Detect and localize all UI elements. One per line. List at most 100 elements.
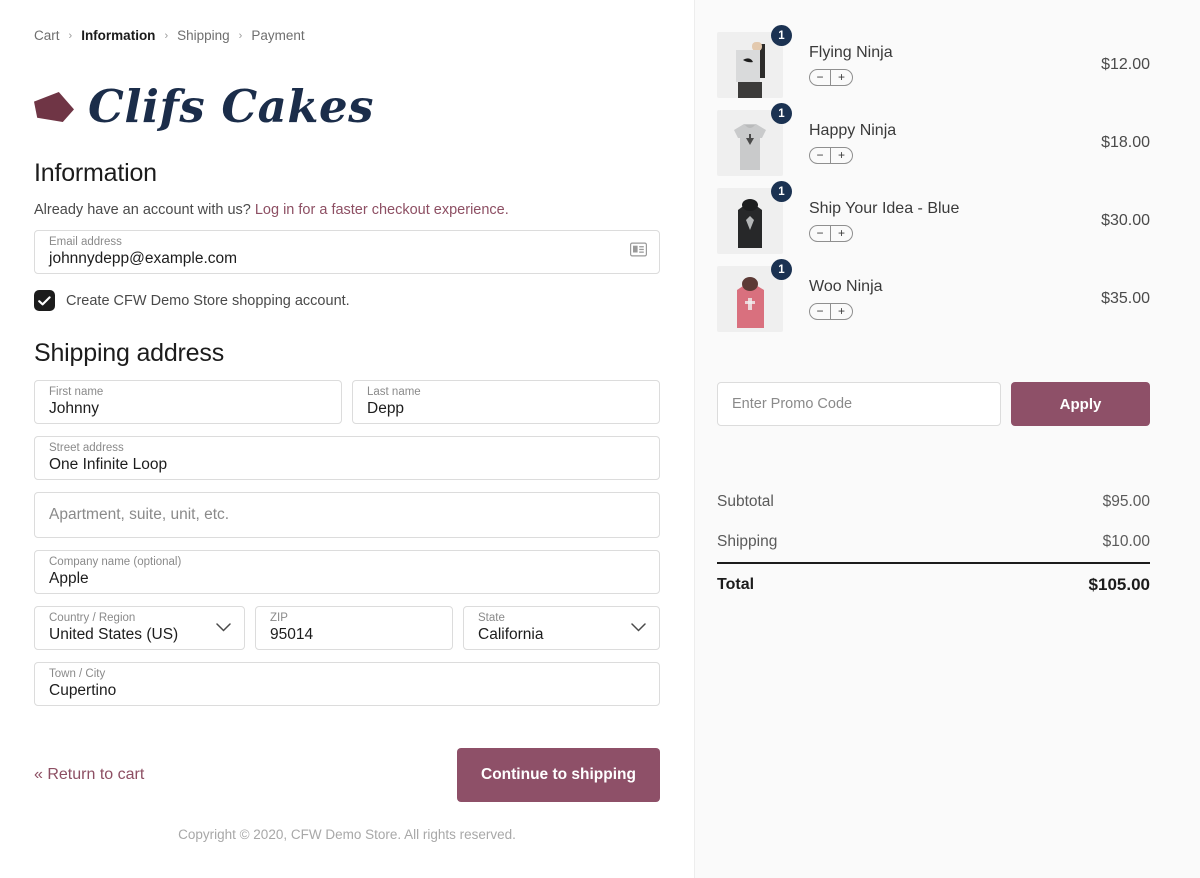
city-field[interactable]: Town / City Cupertino <box>34 662 660 706</box>
product-thumbnail[interactable]: 1 <box>717 181 792 254</box>
cart-item-price: $30.00 <box>1101 212 1150 229</box>
create-account-row[interactable]: Create CFW Demo Store shopping account. <box>34 290 660 311</box>
decrease-quantity-button[interactable]: − <box>810 225 831 241</box>
chevron-down-icon[interactable] <box>631 619 646 637</box>
quantity-badge: 1 <box>771 103 792 124</box>
site-logo[interactable]: Clifs Cakes <box>34 75 660 137</box>
increase-quantity-button[interactable]: + <box>831 226 852 241</box>
create-account-checkbox[interactable] <box>34 290 55 311</box>
increase-quantity-button[interactable]: + <box>831 70 852 85</box>
quantity-badge: 1 <box>771 181 792 202</box>
email-field[interactable]: Email address johnnydepp@example.com <box>34 230 660 274</box>
cart-item-details: Woo Ninja − + <box>783 278 1101 321</box>
cart-item-price: $35.00 <box>1101 290 1150 307</box>
form-actions: « Return to cart Continue to shipping <box>34 748 660 802</box>
cart-item-details: Flying Ninja − + <box>783 44 1101 87</box>
breadcrumb-item-payment[interactable]: Payment <box>251 28 304 43</box>
quantity-stepper[interactable]: − + <box>809 224 853 242</box>
subtotal-label: Subtotal <box>717 493 774 510</box>
street-address-field[interactable]: Street address One Infinite Loop <box>34 436 660 480</box>
country-label: Country / Region <box>49 612 136 624</box>
apartment-field[interactable]: Apartment, suite, unit, etc. <box>34 492 660 538</box>
first-name-field[interactable]: First name Johnny <box>34 380 342 424</box>
account-prompt: Already have an account with us? Log in … <box>34 202 660 218</box>
zip-field[interactable]: ZIP 95014 <box>255 606 453 650</box>
quantity-badge: 1 <box>771 25 792 46</box>
location-row: Country / Region United States (US) ZIP … <box>34 594 660 650</box>
breadcrumb-item-shipping[interactable]: Shipping <box>177 28 230 43</box>
last-name-value: Depp <box>367 400 405 417</box>
company-value: Apple <box>49 570 89 587</box>
subtotal-value: $95.00 <box>1102 493 1150 510</box>
cart-item-name: Happy Ninja <box>809 121 897 139</box>
cart-item-name: Woo Ninja <box>809 277 883 295</box>
subtotal-row: Subtotal $95.00 <box>717 482 1150 522</box>
logo-mark-icon <box>34 86 74 126</box>
city-label: Town / City <box>49 668 106 680</box>
promo-code-input[interactable] <box>717 382 1001 426</box>
shipping-row: Shipping $10.00 <box>717 522 1150 562</box>
cart-item-name: Ship Your Idea - Blue <box>809 199 960 217</box>
contact-card-icon[interactable] <box>630 242 648 262</box>
product-thumbnail[interactable]: 1 <box>717 103 792 176</box>
city-value: Cupertino <box>49 682 117 699</box>
total-value: $105.00 <box>1088 575 1150 594</box>
quantity-stepper[interactable]: − + <box>809 68 853 86</box>
apply-promo-button[interactable]: Apply <box>1011 382 1150 426</box>
quantity-badge: 1 <box>771 259 792 280</box>
first-name-label: First name <box>49 386 104 398</box>
chevron-down-icon[interactable] <box>216 619 231 637</box>
company-field[interactable]: Company name (optional) Apple <box>34 550 660 594</box>
breadcrumb-separator: › <box>238 29 243 42</box>
company-label: Company name (optional) <box>49 556 182 568</box>
cart-item-details: Happy Ninja − + <box>783 122 1101 165</box>
breadcrumb-separator: › <box>68 29 73 42</box>
total-row: Total $105.00 <box>717 562 1150 606</box>
increase-quantity-button[interactable]: + <box>831 148 852 163</box>
state-select[interactable]: State California <box>463 606 660 650</box>
last-name-field[interactable]: Last name Depp <box>352 380 660 424</box>
last-name-label: Last name <box>367 386 421 398</box>
total-label: Total <box>717 576 755 593</box>
breadcrumb-item-cart[interactable]: Cart <box>34 28 60 43</box>
continue-to-shipping-button[interactable]: Continue to shipping <box>457 748 660 802</box>
decrease-quantity-button[interactable]: − <box>810 303 831 319</box>
name-row: First name Johnny Last name Depp <box>34 368 660 424</box>
product-thumbnail[interactable]: 1 <box>717 25 792 98</box>
cart-item: 1 Woo Ninja − + $35.00 <box>717 259 1150 338</box>
increase-quantity-button[interactable]: + <box>831 304 852 319</box>
checkout-main-panel: Cart › Information › Shipping › Payment … <box>0 0 694 878</box>
breadcrumb: Cart › Information › Shipping › Payment <box>34 28 660 43</box>
cart-item: 1 Happy Ninja − + $18.00 <box>717 103 1150 182</box>
login-link[interactable]: Log in for a faster checkout experience. <box>255 202 509 218</box>
state-value: California <box>478 626 544 643</box>
apartment-placeholder: Apartment, suite, unit, etc. <box>49 506 230 523</box>
street-address-value: One Infinite Loop <box>49 456 168 473</box>
state-label: State <box>478 612 505 624</box>
country-select[interactable]: Country / Region United States (US) <box>34 606 245 650</box>
quantity-stepper[interactable]: − + <box>809 146 853 164</box>
product-thumbnail[interactable]: 1 <box>717 259 792 332</box>
account-prompt-text: Already have an account with us? <box>34 202 251 218</box>
cart-item-details: Ship Your Idea - Blue − + <box>783 200 1101 243</box>
decrease-quantity-button[interactable]: − <box>810 69 831 85</box>
zip-value: 95014 <box>270 626 314 643</box>
breadcrumb-separator: › <box>164 29 169 42</box>
breadcrumb-item-information[interactable]: Information <box>81 28 155 43</box>
order-totals: Subtotal $95.00 Shipping $10.00 Total $1… <box>717 482 1150 606</box>
footer-copyright: Copyright © 2020, CFW Demo Store. All ri… <box>178 827 516 842</box>
information-heading: Information <box>34 159 157 187</box>
return-to-cart-link[interactable]: « Return to cart <box>34 766 144 784</box>
cart-item-name: Flying Ninja <box>809 43 893 61</box>
logo-text: Clifs Cakes <box>88 79 374 133</box>
country-value: United States (US) <box>49 626 179 643</box>
cart-item-price: $12.00 <box>1101 56 1150 73</box>
promo-code-row: Apply <box>717 382 1150 426</box>
first-name-value: Johnny <box>49 400 99 417</box>
quantity-stepper[interactable]: − + <box>809 302 853 320</box>
cart-item: 1 Flying Ninja − + $12.00 <box>717 25 1150 104</box>
order-summary-panel: 1 Flying Ninja − + $12.00 1 Happy Ninja … <box>694 0 1200 878</box>
email-field-label: Email address <box>49 236 122 248</box>
decrease-quantity-button[interactable]: − <box>810 147 831 163</box>
create-account-label: Create CFW Demo Store shopping account. <box>66 292 350 309</box>
